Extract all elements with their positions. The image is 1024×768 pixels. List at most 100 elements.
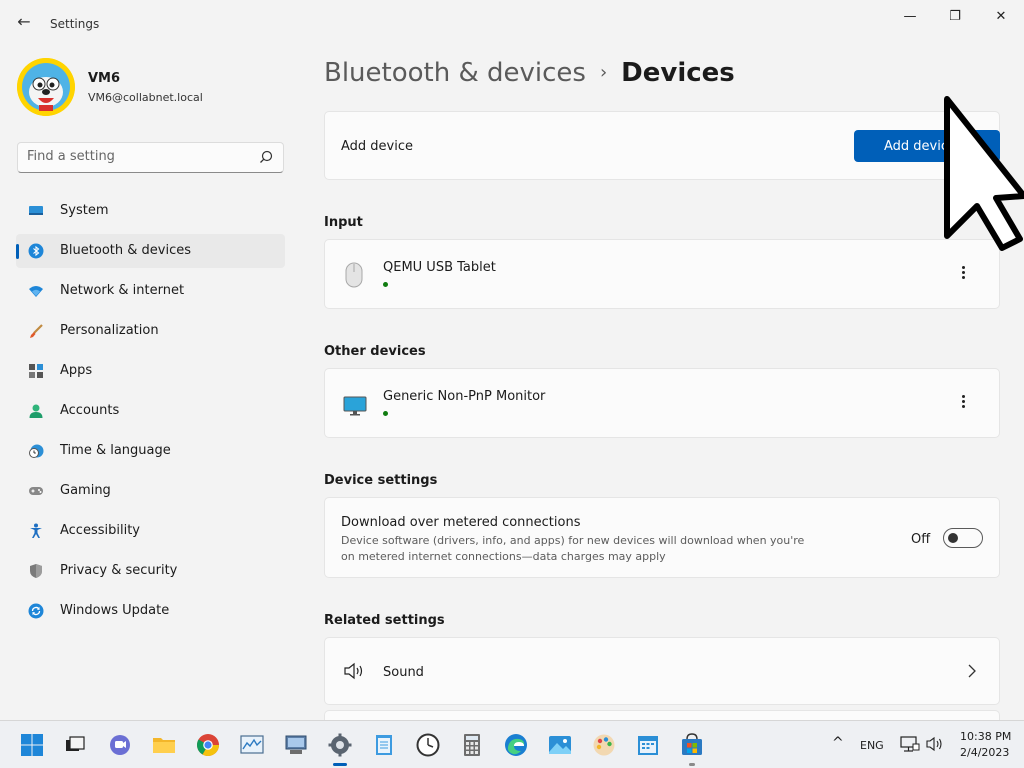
sidebar-item-label: Accessibility [60,523,140,538]
teams-chat-icon[interactable] [108,733,132,757]
accessibility-icon [30,523,42,538]
device-card-monitor[interactable]: Generic Non-PnP Monitor [324,368,1000,438]
paint-icon[interactable] [592,733,616,757]
store-icon[interactable] [680,733,704,757]
add-device-card: Add device Add device [324,111,1000,180]
apps-icon [29,364,43,378]
active-app-indicator [333,763,347,766]
system-icon [29,206,43,215]
bluetooth-icon [28,243,44,259]
toggle-state-label: Off [911,532,931,547]
performance-monitor-icon[interactable] [240,733,264,757]
metered-download-title: Download over metered connections [341,515,581,530]
section-header-input: Input [324,215,363,230]
clock-time[interactable]: 10:38 PM [960,730,1011,743]
sidebar-item-privacy[interactable]: Privacy & security [16,554,285,588]
back-button[interactable]: ← [12,12,36,32]
device-name: QEMU USB Tablet [383,260,496,275]
settings-gear-icon[interactable] [328,733,352,757]
sidebar-item-bluetooth[interactable]: Bluetooth & devices [16,234,285,268]
profile-email: VM6@collabnet.local [88,91,203,104]
search-icon[interactable] [259,150,273,164]
metered-download-description: Device software (drivers, info, and apps… [341,534,805,563]
calendar-icon[interactable] [636,733,660,757]
sidebar-item-gaming[interactable]: Gaming [16,474,285,508]
toggle-knob [948,533,958,543]
device-card-qemu-tablet[interactable]: QEMU USB Tablet [324,239,1000,309]
sound-link-card[interactable]: Sound [324,637,1000,705]
shield-icon [30,564,42,578]
more-dots-icon [961,266,965,269]
file-explorer-icon[interactable] [152,733,176,757]
page-title: Devices [621,58,735,88]
section-header-other-devices: Other devices [324,344,426,359]
sidebar-item-label: Gaming [60,483,111,498]
sidebar-item-system[interactable]: System [16,194,285,228]
close-button[interactable]: ✕ [981,6,1021,28]
calculator-icon[interactable] [460,733,484,757]
input-language-indicator[interactable]: ENG [860,739,884,752]
chrome-icon[interactable] [196,733,220,757]
photos-icon[interactable] [548,733,572,757]
speaker-icon [344,662,363,680]
sidebar-item-network[interactable]: Network & internet [16,274,285,308]
restore-icon: ❐ [949,9,961,24]
start-windows-icon[interactable] [20,733,44,757]
network-icon[interactable] [900,735,920,753]
notepad-icon[interactable] [372,733,396,757]
sidebar-item-label: Time & language [60,443,171,458]
monitor-icon [343,396,367,416]
sidebar-item-apps[interactable]: Apps [16,354,285,388]
clock-globe-icon [29,444,44,458]
breadcrumb-chevron-icon: › [599,62,608,83]
volume-icon[interactable] [926,736,944,752]
show-hidden-icons-chevron-icon[interactable]: ^ [832,735,844,751]
sidebar-nav: System Bluetooth & devices Network & int… [16,194,285,634]
edge-icon[interactable] [504,733,528,757]
maximize-button[interactable]: ❐ [935,6,975,28]
sidebar-item-personalization[interactable]: Personalization [16,314,285,348]
gamepad-icon [29,487,43,495]
add-device-label: Add device [341,139,414,154]
person-icon [29,404,43,418]
breadcrumb-parent-link[interactable]: Bluetooth & devices [324,58,586,88]
sidebar-item-label: Apps [60,363,93,378]
search-input[interactable] [27,149,247,164]
task-view-icon[interactable] [64,733,88,757]
chevron-right-icon [968,664,976,678]
sidebar-item-label: Network & internet [60,283,185,298]
clock-date[interactable]: 2/4/2023 [960,746,1009,759]
more-dots-icon [961,405,965,408]
mouse-icon [345,262,363,288]
close-icon: ✕ [995,9,1007,24]
profile-name: VM6 [88,71,121,86]
metered-download-toggle[interactable] [943,528,983,548]
app-title: Settings [50,17,100,31]
sidebar-item-accounts[interactable]: Accounts [16,394,285,428]
sidebar-item-label: Privacy & security [60,563,178,578]
device-name: Generic Non-PnP Monitor [383,389,546,404]
sidebar-item-label: System [60,203,109,218]
sidebar-item-time-language[interactable]: Time & language [16,434,285,468]
remote-desktop-icon[interactable] [284,733,308,757]
connected-status-dot [383,411,388,416]
avatar[interactable] [17,58,75,116]
back-arrow-icon: ← [17,12,31,31]
search-box[interactable] [17,142,284,173]
more-options-button[interactable] [951,264,975,286]
title-bar: ← Settings — ❐ ✕ [0,0,1024,40]
sidebar-item-label: Bluetooth & devices [60,243,191,258]
avatar-picture [17,58,75,116]
minimize-icon: — [903,9,917,24]
more-options-button[interactable] [951,393,975,415]
minimize-button[interactable]: — [890,6,930,28]
breadcrumb: Bluetooth & devices › Devices [324,58,735,88]
sidebar-item-windows-update[interactable]: Windows Update [16,594,285,628]
section-header-device-settings: Device settings [324,473,438,488]
clock-icon[interactable] [416,733,440,757]
update-icon [28,603,44,619]
brush-icon [30,324,43,338]
sidebar-item-accessibility[interactable]: Accessibility [16,514,285,548]
mouse-pointer-icon [944,96,1024,251]
section-header-related-settings: Related settings [324,613,445,628]
